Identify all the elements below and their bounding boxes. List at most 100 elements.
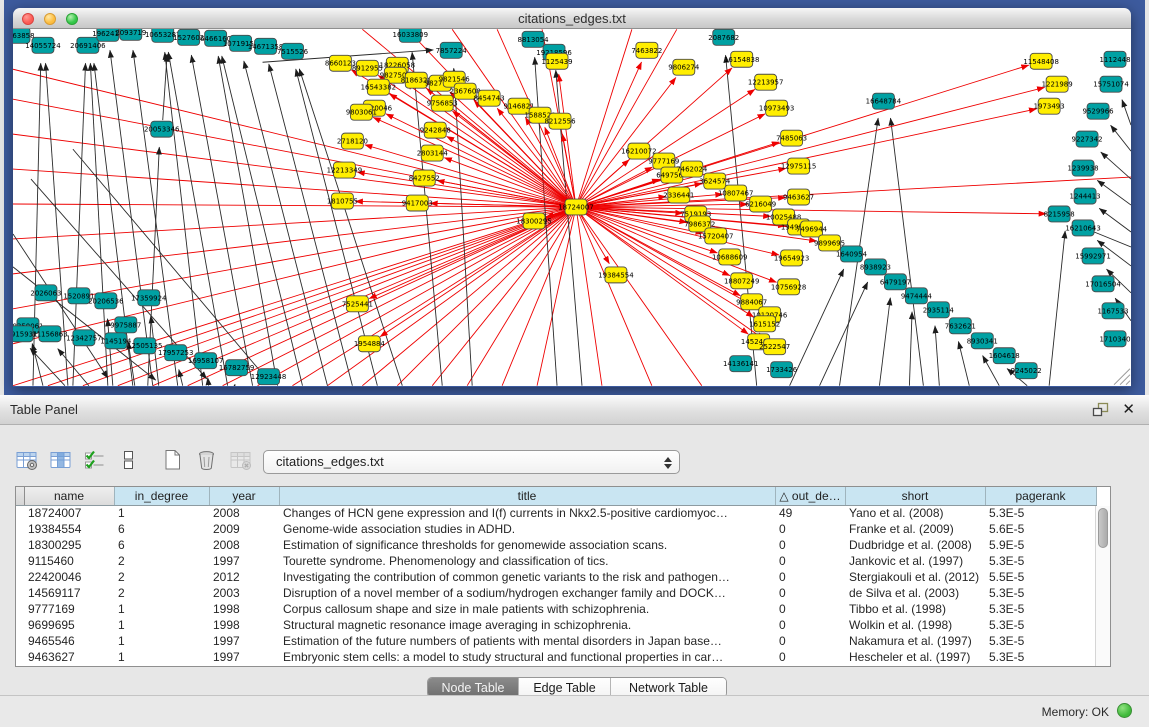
table-cell[interactable]: 1 — [114, 617, 209, 633]
table-cell[interactable]: Estimation of significance thresholds fo… — [279, 537, 775, 553]
table-cell[interactable]: 0 — [775, 537, 845, 553]
table-cell[interactable]: 18300295 — [24, 537, 114, 553]
column-header-name[interactable]: name — [24, 487, 114, 505]
table-cell[interactable]: Dudbridge et al. (2008) — [845, 537, 985, 553]
table-cell[interactable]: 1 — [114, 505, 209, 521]
table-cell[interactable]: 1998 — [209, 617, 279, 633]
table-cell[interactable]: 1 — [114, 633, 209, 649]
table-cell[interactable]: 0 — [775, 585, 845, 601]
table-row[interactable]: 1938455462009Genome-wide association stu… — [16, 521, 1096, 537]
table-cell[interactable]: 9699695 — [24, 617, 114, 633]
table-cell[interactable]: 5.3E-5 — [985, 553, 1096, 569]
select-all-icon[interactable] — [82, 447, 107, 473]
show-columns-icon[interactable] — [48, 447, 73, 473]
column-header-short[interactable]: short — [845, 487, 985, 505]
table-cell[interactable]: 0 — [775, 569, 845, 585]
table-cell[interactable]: 1997 — [209, 649, 279, 665]
close-panel-icon[interactable]: ✕ — [1122, 400, 1135, 418]
table-cell[interactable]: 0 — [775, 553, 845, 569]
table-cell[interactable]: 5.3E-5 — [985, 649, 1096, 665]
table-cell[interactable]: 1 — [114, 649, 209, 665]
table-cell[interactable]: 5.3E-5 — [985, 617, 1096, 633]
table-row[interactable]: 977716911998Corpus callosum shape and si… — [16, 601, 1096, 617]
table-cell[interactable]: 14569117 — [24, 585, 114, 601]
row-height-icon[interactable] — [116, 447, 141, 473]
table-cell[interactable]: 2008 — [209, 537, 279, 553]
table-cell[interactable]: Yano et al. (2008) — [845, 505, 985, 521]
table-cell[interactable]: 0 — [775, 601, 845, 617]
table-cell[interactable]: Franke et al. (2009) — [845, 521, 985, 537]
table-cell[interactable]: 5.5E-5 — [985, 569, 1096, 585]
table-cell[interactable]: 2 — [114, 585, 209, 601]
table-cell[interactable]: 9115460 — [24, 553, 114, 569]
table-cell[interactable]: 6 — [114, 537, 209, 553]
table-cell[interactable]: 1 — [114, 601, 209, 617]
table-cell[interactable]: 6 — [114, 521, 209, 537]
table-cell[interactable]: 2008 — [209, 505, 279, 521]
table-row[interactable]: 2242004622012Investigating the contribut… — [16, 569, 1096, 585]
table-cell[interactable]: 2003 — [209, 585, 279, 601]
table-cell[interactable]: de Silva et al. (2003) — [845, 585, 985, 601]
table-row[interactable]: 1830029562008Estimation of significance … — [16, 537, 1096, 553]
table-cell[interactable]: 0 — [775, 521, 845, 537]
delete-column-icon[interactable] — [194, 447, 219, 473]
table-cell[interactable]: Changes of HCN gene expression and I(f) … — [279, 505, 775, 521]
table-cell[interactable]: Corpus callosum shape and size in male p… — [279, 601, 775, 617]
table-cell[interactable]: Tourette syndrome. Phenomenology and cla… — [279, 553, 775, 569]
table-cell[interactable]: Genome-wide association studies in ADHD. — [279, 521, 775, 537]
table-row[interactable]: 911546021997Tourette syndrome. Phenomeno… — [16, 553, 1096, 569]
table-row[interactable]: 1872400712008Changes of HCN gene express… — [16, 505, 1096, 521]
table-cell[interactable]: 5.3E-5 — [985, 585, 1096, 601]
network-canvas[interactable]: 1663858140557242069140619624142093719106… — [13, 29, 1131, 386]
table-cell[interactable]: Stergiakouli et al. (2012) — [845, 569, 985, 585]
table-cell[interactable]: Structural magnetic resonance image aver… — [279, 617, 775, 633]
table-cell[interactable]: 0 — [775, 617, 845, 633]
table-cell[interactable]: Jankovic et al. (1997) — [845, 553, 985, 569]
table-cell[interactable]: 9777169 — [24, 601, 114, 617]
table-row[interactable]: 1456911722003Disruption of a novel membe… — [16, 585, 1096, 601]
resize-grip-icon[interactable] — [1114, 369, 1130, 385]
table-cell[interactable]: 5.3E-5 — [985, 633, 1096, 649]
table-cell[interactable]: 5.6E-5 — [985, 521, 1096, 537]
table-scrollbar[interactable] — [1095, 506, 1110, 666]
create-column-icon[interactable] — [160, 447, 185, 473]
table-row[interactable]: 969969511998Structural magnetic resonanc… — [16, 617, 1096, 633]
table-cell[interactable]: Wolkin et al. (1998) — [845, 617, 985, 633]
window-titlebar[interactable]: citations_edges.txt — [13, 8, 1131, 29]
table-cell[interactable]: 1998 — [209, 601, 279, 617]
table-cell[interactable]: Nakamura et al. (1997) — [845, 633, 985, 649]
table-cell[interactable]: 5.9E-5 — [985, 537, 1096, 553]
table-cell[interactable]: 9463627 — [24, 649, 114, 665]
table-cell[interactable]: 49 — [775, 505, 845, 521]
table-cell[interactable]: 0 — [775, 649, 845, 665]
table-cell[interactable]: 18724007 — [24, 505, 114, 521]
table-cell[interactable]: Embryonic stem cells: a model to study s… — [279, 649, 775, 665]
column-header-year[interactable]: year — [209, 487, 279, 505]
table-cell[interactable]: 2009 — [209, 521, 279, 537]
table-cell[interactable]: 5.3E-5 — [985, 601, 1096, 617]
table-cell[interactable]: Investigating the contribution of common… — [279, 569, 775, 585]
float-panel-icon[interactable] — [1092, 402, 1109, 418]
table-row[interactable]: 946554611997Estimation of the future num… — [16, 633, 1096, 649]
table-cell[interactable]: Disruption of a novel member of a sodium… — [279, 585, 775, 601]
table-cell[interactable]: 19384554 — [24, 521, 114, 537]
table-cell[interactable]: 9465546 — [24, 633, 114, 649]
table-cell[interactable]: 1997 — [209, 553, 279, 569]
table-options-icon[interactable] — [14, 447, 39, 473]
column-header-title[interactable]: title — [279, 487, 775, 505]
table-cell[interactable]: Hescheler et al. (1997) — [845, 649, 985, 665]
column-header-out_de[interactable]: △ out_de… — [775, 487, 845, 505]
column-header-in_degree[interactable]: in_degree — [114, 487, 209, 505]
table-cell[interactable]: Tibbo et al. (1998) — [845, 601, 985, 617]
table-cell[interactable]: 1997 — [209, 633, 279, 649]
scrollbar-thumb[interactable] — [1098, 508, 1108, 548]
table-cell[interactable]: 2 — [114, 553, 209, 569]
table-cell[interactable]: Estimation of the future numbers of pati… — [279, 633, 775, 649]
table-selector-dropdown[interactable]: citations_edges.txt — [263, 450, 680, 474]
column-header-pagerank[interactable]: pagerank — [985, 487, 1096, 505]
table-cell[interactable]: 22420046 — [24, 569, 114, 585]
table-cell[interactable]: 2 — [114, 569, 209, 585]
table-cell[interactable]: 2012 — [209, 569, 279, 585]
table-row[interactable]: 946362711997Embryonic stem cells: a mode… — [16, 649, 1096, 665]
table-cell[interactable]: 0 — [775, 633, 845, 649]
